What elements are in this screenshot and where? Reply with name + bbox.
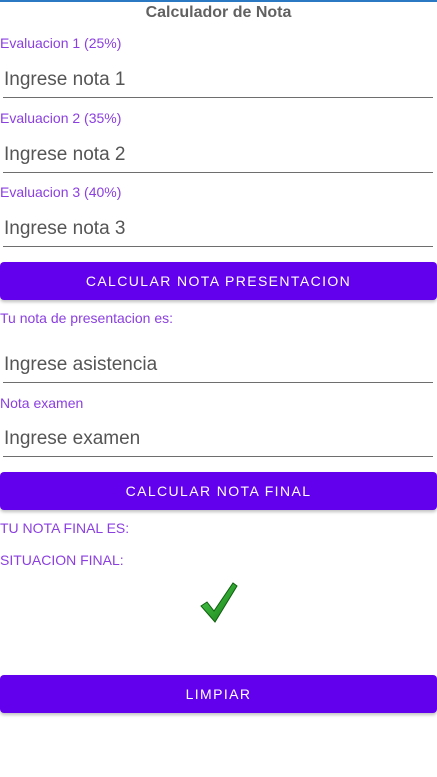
exam-label: Nota examen bbox=[0, 395, 84, 411]
final-status-label: SITUACION FINAL: bbox=[0, 552, 124, 568]
eval1-label: Evaluacion 1 (25%) bbox=[0, 35, 122, 51]
eval2-input[interactable] bbox=[3, 137, 433, 173]
eval2-label: Evaluacion 2 (35%) bbox=[0, 110, 122, 126]
eval1-input[interactable] bbox=[3, 62, 433, 98]
clear-button[interactable]: LIMPIAR bbox=[0, 675, 437, 713]
calc-final-button[interactable]: CALCULAR NOTA FINAL bbox=[0, 472, 437, 510]
exam-input[interactable] bbox=[3, 421, 433, 457]
top-divider bbox=[0, 0, 437, 2]
attendance-input[interactable] bbox=[3, 347, 433, 383]
eval3-label: Evaluacion 3 (40%) bbox=[0, 184, 122, 200]
final-grade-label: TU NOTA FINAL ES: bbox=[0, 520, 130, 536]
presentation-result-label: Tu nota de presentacion es: bbox=[0, 310, 174, 326]
checkmark-icon bbox=[200, 582, 238, 623]
eval3-input[interactable] bbox=[3, 211, 433, 247]
app-title: Calculador de Nota bbox=[145, 4, 292, 21]
calc-presentation-button[interactable]: CALCULAR NOTA PRESENTACION bbox=[0, 262, 437, 300]
